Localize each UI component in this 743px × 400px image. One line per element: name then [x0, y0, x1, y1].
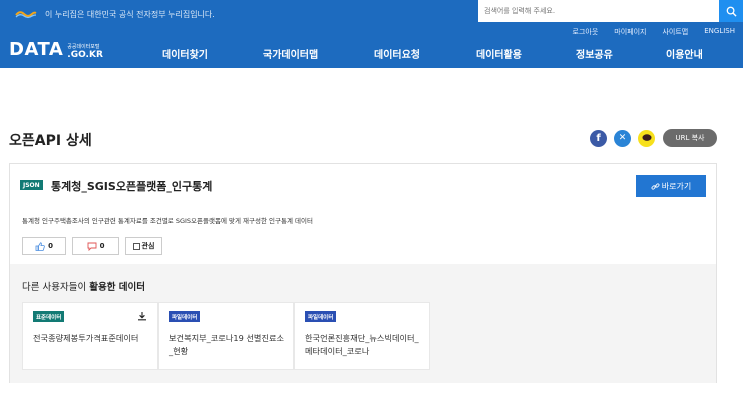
logout-link[interactable]: 로그아웃 — [573, 27, 599, 37]
gov-notice: 이 누리집은 대한민국 공식 전자정부 누리집입니다. — [15, 7, 215, 21]
nav-usage-guide[interactable]: 이용안내 — [666, 46, 703, 61]
dislike-button[interactable]: 0 — [72, 237, 119, 255]
nav-data-request[interactable]: 데이터요청 — [374, 46, 420, 61]
related-title-prefix: 다른 사용자들이 — [22, 282, 90, 293]
facebook-icon: f — [590, 129, 607, 147]
logo-main: DATA — [9, 39, 64, 60]
format-badge: JSON — [20, 180, 43, 190]
kakaotalk-icon — [638, 129, 655, 147]
related-item[interactable]: 파일데이터 보건복지부_코로나19 선별진료소_현황 — [158, 302, 294, 370]
logo-sub-domain: .GO.KR — [67, 50, 103, 60]
file-data-tag: 파일데이터 — [305, 311, 337, 322]
go-button-label: 바로가기 — [661, 181, 692, 191]
gov-symbol-icon — [15, 11, 37, 19]
x-twitter-icon: ✕ — [614, 129, 631, 147]
share-facebook[interactable]: f — [590, 129, 607, 147]
search-input[interactable] — [478, 0, 719, 22]
english-link[interactable]: ENGLISH — [704, 27, 735, 37]
interest-button[interactable]: 관심 — [125, 237, 162, 255]
page-title: 오픈API 상세 — [9, 133, 92, 149]
related-item-title: 보건복지부_코로나19 선별진료소_현황 — [169, 333, 285, 356]
reaction-buttons: 0 0 관심 — [22, 237, 162, 255]
search-button[interactable] — [719, 0, 743, 22]
like-count: 0 — [48, 242, 53, 250]
mypage-link[interactable]: 마이페이지 — [614, 27, 646, 37]
thumbs-up-icon — [35, 241, 45, 251]
related-item-title: 한국언론진흥재단_뉴스빅데이터_메타데이터_코로나 — [305, 333, 419, 356]
related-data-title: 다른 사용자들이 활용한 데이터 — [22, 279, 145, 293]
utility-links: 로그아웃 마이페이지 사이트맵 ENGLISH — [573, 27, 736, 37]
gov-notice-text: 이 누리집은 대한민국 공식 전자정부 누리집입니다. — [45, 9, 215, 19]
nav-find-data[interactable]: 데이터찾기 — [162, 46, 208, 61]
share-kakaotalk[interactable] — [638, 129, 655, 147]
search-bar — [478, 0, 743, 22]
api-title: 통계청_SGIS오픈플랫폼_인구통계 — [51, 180, 213, 193]
search-icon — [726, 6, 737, 17]
like-button[interactable]: 0 — [22, 237, 66, 255]
related-title-bold: 활용한 데이터 — [89, 282, 145, 293]
nav-national-data-map[interactable]: 국가데이터맵 — [263, 46, 318, 61]
related-item[interactable]: 표준데이터 전국종량제봉투가격표준데이터 — [22, 302, 158, 370]
logo-sub: 공공데이터포털 .GO.KR — [67, 43, 103, 60]
nav-info-share[interactable]: 정보공유 — [576, 46, 613, 61]
checkbox-icon — [132, 242, 140, 250]
related-item-title: 전국종량제봉투가격표준데이터 — [33, 333, 139, 343]
standard-data-tag: 표준데이터 — [33, 311, 65, 322]
go-to-api-button[interactable]: 바로가기 — [636, 175, 706, 197]
file-data-tag: 파일데이터 — [169, 311, 201, 322]
comment-icon — [87, 242, 97, 251]
download-icon[interactable] — [137, 311, 147, 321]
share-x[interactable]: ✕ — [614, 129, 631, 147]
link-icon — [651, 182, 660, 190]
url-copy-button[interactable]: URL 복사 — [663, 129, 717, 147]
sitemap-link[interactable]: 사이트맵 — [662, 27, 688, 37]
interest-label: 관심 — [141, 242, 155, 250]
api-description: 통계청 인구주택총조사의 인구관련 통계자료를 조건별로 SGIS오픈플랫폼에 … — [22, 217, 313, 225]
site-logo[interactable]: DATA 공공데이터포털 .GO.KR — [9, 39, 103, 60]
nav-data-use[interactable]: 데이터활용 — [476, 46, 522, 61]
dislike-count: 0 — [99, 242, 105, 250]
related-item[interactable]: 파일데이터 한국언론진흥재단_뉴스빅데이터_메타데이터_코로나 — [294, 302, 430, 370]
